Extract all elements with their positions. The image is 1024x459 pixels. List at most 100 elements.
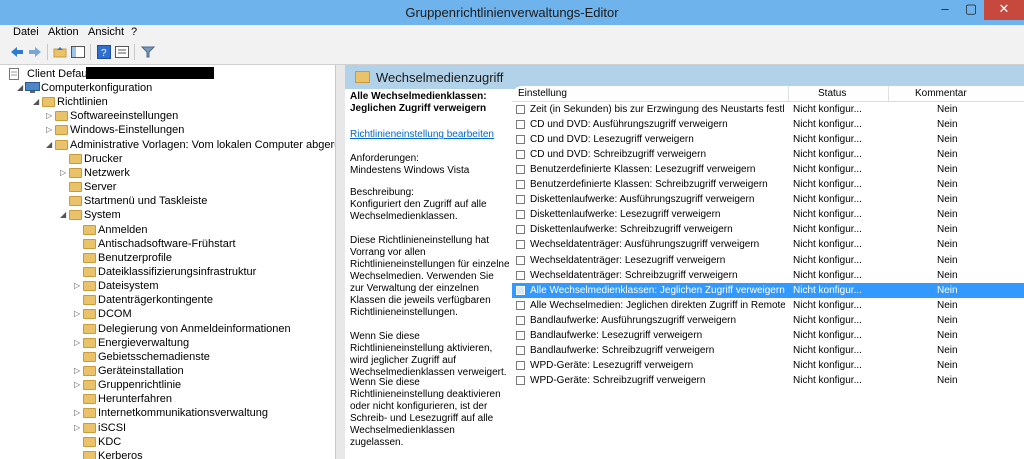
tree-item[interactable]: Server [0,180,335,194]
column-separator [788,86,789,101]
table-row[interactable]: WPD-Geräte: Lesezugriff verweigern Nicht … [512,358,1024,373]
minimize-button[interactable]: – [932,0,958,20]
up-folder-icon[interactable] [52,44,68,60]
setting-comment: Nein [937,359,958,371]
tree-item[interactable]: KDC [0,435,335,449]
tree-item[interactable]: ▷ iSCSI [0,421,335,435]
table-row[interactable]: WPD-Geräte: Schreibzugriff verweigern Nic… [512,373,1024,388]
table-row[interactable]: Diskettenlaufwerke: Schreibzugriff verwe… [512,222,1024,237]
tree-pane: Client Default ◢ Computerkonfiguration ◢ Ri… [0,65,336,459]
svg-text:?: ? [101,48,107,59]
back-icon[interactable] [9,44,25,60]
table-row[interactable]: CD und DVD: Lesezugriff verweigern Nicht … [512,132,1024,147]
expand-arrow-icon[interactable]: ▷ [74,279,82,293]
table-row[interactable]: Alle Wechselmedien: Jeglichen direkten Z… [512,298,1024,313]
tree-item[interactable]: ▷ Windows-Einstellungen [0,123,335,137]
expand-arrow-icon[interactable]: ▷ [60,166,68,180]
expand-arrow-icon[interactable]: ▷ [74,378,82,392]
tree-item[interactable]: ▷ Softwareeinstellungen [0,109,335,123]
tree-item[interactable]: Dateiklassifizierungsinfrastruktur [0,265,335,279]
settings-table: Einstellung Status Kommentar Zeit (in Se… [512,86,1024,459]
edit-policy-link[interactable]: Richtlinieneinstellung bearbeiten [350,129,494,140]
properties-icon[interactable] [114,44,130,60]
tree-item[interactable]: Gebietsschemadienste [0,350,335,364]
col-header-status[interactable]: Status [818,88,846,99]
table-row[interactable]: Benutzerdefinierte Klassen: Schreibzugri… [512,177,1024,192]
expand-arrow-icon[interactable]: ▷ [74,364,82,378]
toolbar-separator [134,44,135,60]
collapse-arrow-icon[interactable]: ◢ [17,81,25,95]
tree-item[interactable]: ▷ Internetkommunikationsverwaltung [0,406,335,420]
tree-item[interactable]: ▷ Dateisystem [0,279,335,293]
folder-icon [69,182,82,193]
setting-status: Nicht konfigur... [793,179,861,191]
policy-setting-icon [516,330,525,340]
tree-item[interactable]: Antischadsoftware-Frühstart [0,237,335,251]
table-row[interactable]: Benutzerdefinierte Klassen: Lesezugriff … [512,162,1024,177]
table-row[interactable]: Diskettenlaufwerke: Ausführungszugriff v… [512,192,1024,207]
tree-item[interactable]: Startmenü und Taskleiste [0,194,335,208]
expand-arrow-icon[interactable]: ▷ [46,123,54,137]
tree-item[interactable]: Kerberos [0,449,335,459]
table-row[interactable]: CD und DVD: Schreibzugriff verweigern Nic… [512,147,1024,162]
tree-item[interactable]: ◢ System [0,208,335,222]
tree-item[interactable]: ◢ Administrative Vorlagen: Vom lokalen Co… [0,138,335,152]
col-header-setting[interactable]: Einstellung [518,88,567,99]
setting-comment: Nein [937,344,958,356]
tree-item[interactable]: ▷ Gruppenrichtlinie [0,378,335,392]
maximize-button[interactable]: ▢ [958,0,984,20]
tree-item[interactable]: ▷ Energieverwaltung [0,336,335,350]
close-button[interactable]: ✕ [984,0,1024,20]
setting-name: WPD-Geräte: Lesezugriff verweigern [530,359,694,371]
tree-item[interactable]: Delegierung von Anmeldeinformationen [0,322,335,336]
setting-status: Nicht konfigur... [793,104,861,115]
table-row[interactable]: Wechseldatenträger: Ausführungszugriff v… [512,237,1024,252]
filter-icon[interactable] [140,44,156,60]
expand-arrow-icon[interactable]: ▷ [74,307,82,321]
tree-item-label: Datenträgerkontingente [98,294,213,307]
col-header-comment[interactable]: Kommentar [915,88,967,99]
tree-item[interactable]: Anmelden [0,223,335,237]
table-row[interactable]: Diskettenlaufwerke: Lesezugriff verweige… [512,207,1024,222]
menu-help[interactable]: ? [131,26,137,38]
policy-setting-icon [516,255,525,265]
table-row[interactable]: Alle Wechselmedienklassen: Jeglichen Zug… [512,282,1024,298]
policy-setting-icon [516,240,525,250]
menu-aktion[interactable]: Aktion [48,26,79,38]
tree-item[interactable]: ◢ Richtlinien [0,95,335,109]
folder-icon [83,295,96,306]
table-row[interactable]: CD und DVD: Ausführungszugriff verweiger… [512,117,1024,132]
setting-status: Nicht konfigur... [793,194,861,206]
expand-arrow-icon[interactable]: ▷ [46,109,54,123]
menu-datei[interactable]: Datei [13,26,39,38]
collapse-arrow-icon[interactable]: ◢ [33,95,41,109]
collapse-arrow-icon[interactable]: ◢ [60,208,68,222]
table-row[interactable]: Wechseldatenträger: Schreibzugriff verwe… [512,268,1024,283]
table-row[interactable]: Bandlaufwerke: Schreibzugriff verweigern… [512,343,1024,358]
table-row[interactable]: Bandlaufwerke: Ausführungszugriff verwei… [512,313,1024,328]
table-row[interactable]: Zeit (in Sekunden) bis zur Erzwingung de… [512,102,1024,117]
setting-name: CD und DVD: Ausführungszugriff verweiger… [530,119,728,131]
tree-item[interactable]: ▷ Netzwerk [0,166,335,180]
show-hide-tree-icon[interactable] [70,44,86,60]
tree-item[interactable]: ▷ Geräteinstallation [0,364,335,378]
folder-icon [83,309,96,320]
tree-item[interactable]: ▷ DCOM [0,307,335,321]
table-row[interactable]: Bandlaufwerke: Lesezugriff verweigern Nic… [512,328,1024,343]
tree-item[interactable]: Herunterfahren [0,392,335,406]
expand-arrow-icon[interactable]: ▷ [74,421,82,435]
collapse-arrow-icon[interactable]: ◢ [46,138,54,152]
tree-item[interactable]: Drucker [0,152,335,166]
folder-icon [55,111,68,122]
expand-arrow-icon[interactable]: ▷ [74,406,82,420]
tree-item[interactable]: ◢ Computerkonfiguration [0,81,335,95]
help-icon[interactable]: ? [96,44,112,60]
tree-item[interactable]: Datenträgerkontingente [0,293,335,307]
menu-ansicht[interactable]: Ansicht [88,26,124,38]
tree-item[interactable]: Benutzerprofile [0,251,335,265]
forward-icon[interactable] [27,44,43,60]
table-row[interactable]: Wechseldatenträger: Lesezugriff verweige… [512,253,1024,268]
tree-scrollbar[interactable] [336,65,345,459]
expand-arrow-icon[interactable]: ▷ [74,336,82,350]
tree-item-label: KDC [98,435,122,448]
